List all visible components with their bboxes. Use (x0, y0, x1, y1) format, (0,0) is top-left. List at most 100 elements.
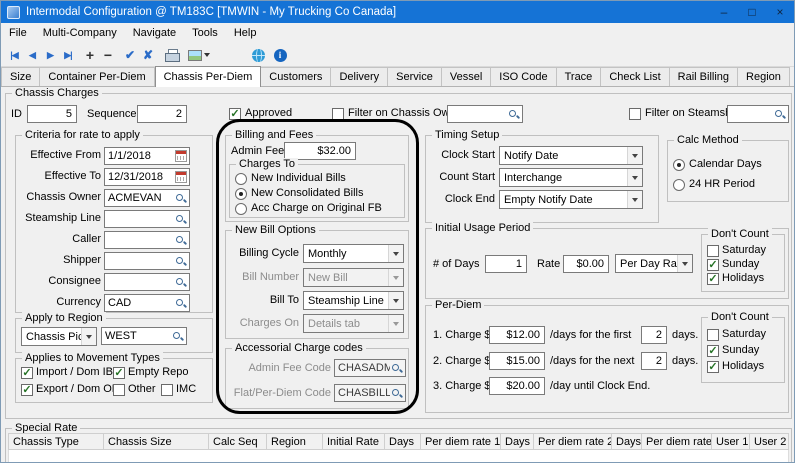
column-header-per-diem-rate-1[interactable]: Per diem rate 1 (421, 434, 501, 449)
num-days-field[interactable]: 1 (485, 255, 527, 273)
empty-repo-checkbox[interactable] (113, 367, 125, 379)
tab-trace[interactable]: Trace (557, 67, 602, 86)
column-header-per-diem-rate-2[interactable]: Per diem rate 2 (534, 434, 612, 449)
region-mode-select[interactable]: Chassis Pick (21, 327, 97, 346)
column-header-days-2[interactable]: Days (501, 434, 534, 449)
calendar-icon[interactable] (175, 171, 187, 183)
add-record-button[interactable]: + (81, 46, 99, 64)
initial-saturday-checkbox[interactable] (707, 245, 719, 257)
24-hr-period-radio[interactable] (673, 179, 685, 191)
consignee-field[interactable] (104, 273, 190, 291)
tab-rail-billing[interactable]: Rail Billing (670, 67, 738, 86)
billing-cycle-select[interactable]: Monthly (303, 244, 404, 263)
column-header-calc-seq[interactable]: Calc Seq (209, 434, 267, 449)
export-dom-ob-checkbox[interactable] (21, 384, 33, 396)
previous-record-button[interactable]: ◀ (23, 46, 41, 64)
column-header-chassis-type[interactable]: Chassis Type (9, 434, 104, 449)
count-start-select[interactable]: Interchange (499, 168, 643, 187)
steamship-line-field[interactable] (104, 210, 190, 228)
per-diem-saturday-checkbox[interactable] (707, 329, 719, 341)
tab-service[interactable]: Service (388, 67, 442, 86)
chassis-owner-field[interactable]: ACMEVAN (104, 189, 190, 207)
tab-delivery[interactable]: Delivery (331, 67, 388, 86)
import-dom-ib-checkbox[interactable] (21, 367, 33, 379)
tab-vessel[interactable]: Vessel (442, 67, 491, 86)
menu-tools[interactable]: Tools (184, 23, 226, 43)
calendar-days-radio[interactable] (673, 159, 685, 171)
lookup-icon[interactable] (171, 330, 184, 343)
column-header-region[interactable]: Region (267, 434, 323, 449)
lookup-icon[interactable] (174, 213, 187, 226)
per-diem-row2-amount-field[interactable]: $15.00 (489, 352, 545, 370)
lookup-icon[interactable] (507, 108, 520, 121)
clock-start-select[interactable]: Notify Date (499, 146, 643, 165)
caller-field[interactable] (104, 231, 190, 249)
effective-from-field[interactable]: 1/1/2018 (104, 147, 190, 165)
column-header-days-1[interactable]: Days (385, 434, 421, 449)
clock-end-select[interactable]: Empty Notify Date (499, 190, 643, 209)
save-button[interactable]: ✔ (121, 46, 139, 64)
sequence-field[interactable]: 2 (137, 105, 187, 123)
print-button[interactable] (163, 46, 181, 64)
next-record-button[interactable]: ▶ (41, 46, 59, 64)
column-header-user-1[interactable]: User 1 (712, 434, 750, 449)
info-button[interactable]: i (271, 46, 289, 64)
region-field[interactable]: WEST (101, 327, 187, 345)
initial-holidays-checkbox[interactable] (707, 273, 719, 285)
tab-container-per-diem[interactable]: Container Per-Diem (40, 67, 154, 86)
new-consolidated-bills-radio[interactable] (235, 188, 247, 200)
per-diem-row2-days-field[interactable]: 2 (641, 352, 667, 370)
initial-sunday-checkbox[interactable] (707, 259, 719, 271)
rate-type-select[interactable]: Per Day Rate (615, 254, 693, 273)
approved-checkbox[interactable] (229, 108, 241, 120)
filter-chassis-owner-checkbox[interactable] (332, 108, 344, 120)
per-diem-row3-amount-field[interactable]: $20.00 (489, 377, 545, 395)
column-header-per-diem-rate-3[interactable]: Per diem rate 3 (642, 434, 712, 449)
acc-charge-original-fb-radio[interactable] (235, 203, 247, 215)
rate-field[interactable]: $0.00 (563, 255, 609, 273)
last-record-button[interactable]: ▶| (59, 46, 77, 64)
tab-region[interactable]: Region (738, 67, 790, 86)
currency-field[interactable]: CAD (104, 294, 190, 312)
per-diem-sunday-checkbox[interactable] (707, 345, 719, 357)
shipper-field[interactable] (104, 252, 190, 270)
filter-chassis-owner-field[interactable] (447, 105, 523, 123)
minimize-button[interactable]: – (710, 1, 738, 23)
lookup-icon[interactable] (174, 255, 187, 268)
imc-checkbox[interactable] (161, 384, 173, 396)
id-field[interactable]: 5 (27, 105, 77, 123)
filter-steamship-checkbox[interactable] (629, 108, 641, 120)
cancel-button[interactable]: ✘ (139, 46, 157, 64)
first-record-button[interactable]: |◀ (5, 46, 23, 64)
close-button[interactable]: × (766, 1, 794, 23)
lookup-icon[interactable] (390, 387, 403, 400)
maximize-button[interactable]: □ (738, 1, 766, 23)
per-diem-row1-days-field[interactable]: 2 (641, 326, 667, 344)
bill-to-select[interactable]: Steamship Line (303, 291, 404, 310)
per-diem-holidays-checkbox[interactable] (707, 361, 719, 373)
lookup-icon[interactable] (174, 234, 187, 247)
column-header-days-3[interactable]: Days (612, 434, 642, 449)
menu-navigate[interactable]: Navigate (125, 23, 184, 43)
tab-chassis-per-diem[interactable]: Chassis Per-Diem (155, 66, 262, 87)
lookup-icon[interactable] (390, 362, 403, 375)
other-checkbox[interactable] (113, 384, 125, 396)
tab-iso-code[interactable]: ISO Code (491, 67, 556, 86)
tab-check-list[interactable]: Check List (601, 67, 669, 86)
lookup-icon[interactable] (174, 276, 187, 289)
tab-customers[interactable]: Customers (261, 67, 331, 86)
new-individual-bills-radio[interactable] (235, 173, 247, 185)
delete-record-button[interactable]: − (99, 46, 117, 64)
per-diem-row1-amount-field[interactable]: $12.00 (489, 326, 545, 344)
lookup-icon[interactable] (174, 192, 187, 205)
web-button[interactable] (249, 46, 267, 64)
calendar-icon[interactable] (175, 150, 187, 162)
column-header-user-2[interactable]: User 2 (750, 434, 789, 449)
menu-multi-company[interactable]: Multi-Company (35, 23, 125, 43)
menu-file[interactable]: File (1, 23, 35, 43)
special-rate-empty-row[interactable] (8, 450, 789, 463)
lookup-icon[interactable] (773, 108, 786, 121)
image-dropdown-button[interactable] (185, 46, 212, 64)
menu-help[interactable]: Help (226, 23, 265, 43)
tab-size[interactable]: Size (1, 67, 40, 86)
